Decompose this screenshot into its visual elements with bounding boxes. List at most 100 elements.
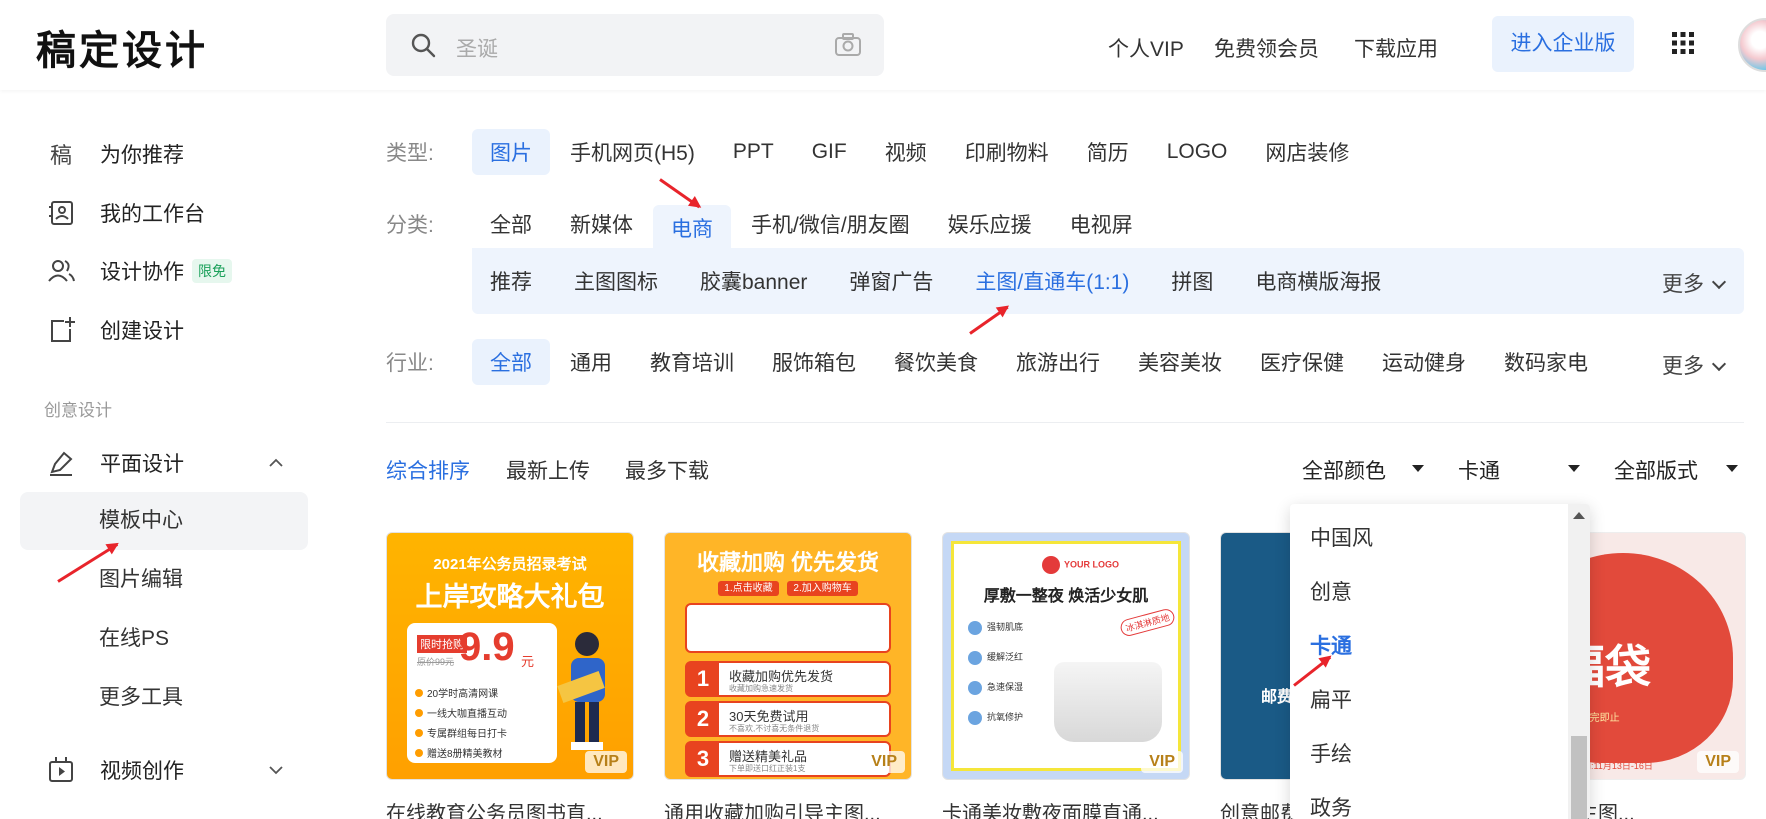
color-select-value: 全部颜色 [1302,460,1386,483]
sidebar-subitem-template-center[interactable]: 模板中心 [20,492,308,550]
apps-grid-icon[interactable] [1672,32,1694,54]
industry-chip[interactable]: 医疗保健 [1242,339,1362,385]
subcategory-chip[interactable]: 推荐 [472,258,550,304]
sidebar-group-graphic[interactable]: 平面设计 [20,435,310,491]
nav-personal-vip[interactable]: 个人VIP [1108,33,1184,63]
card-step: 3 赠送精美礼品 下单即送口红正装1支 [685,741,891,777]
card-feature: 急速保湿 [968,680,1023,695]
type-chip[interactable]: GIF [794,132,865,172]
sort-newest[interactable]: 最新上传 [506,455,590,485]
subcategory-chip[interactable]: 拼图 [1153,258,1231,304]
dropdown-option[interactable]: 中国风 [1310,522,1373,552]
card-tags: 1.点击收藏 2.加入购物车 [665,579,911,596]
category-chip[interactable]: 全部 [472,201,550,247]
dropdown-scrollbar[interactable] [1568,504,1590,819]
card-title[interactable]: 通用收藏加购引导主图... [664,797,912,819]
caret-down-icon [1412,465,1424,472]
subcategory-chip[interactable]: 胶囊banner [682,258,825,304]
card-text: 2021年公务员招录考试 [433,556,587,573]
card-tag: 2.加入购物车 [787,581,858,596]
subcategory-more-button[interactable]: 更多 [1662,268,1727,298]
industry-chip[interactable]: 通用 [552,339,630,385]
subcategory-chip[interactable]: 主图图标 [556,258,676,304]
top-bar: 稿定设计 圣诞 个人VIP 免费领会员 下载应用 进入企业版 [0,0,1766,90]
card-title[interactable]: 卡通美妆敷夜面膜直通... [942,797,1190,819]
subcategory-chip-main-image[interactable]: 主图/直通车(1:1) [957,258,1147,304]
chevron-up-icon[interactable] [268,455,284,471]
template-card[interactable]: 收藏加购 优先发货 1.点击收藏 2.加入购物车 1 收藏加购优先发货 收藏加购… [664,532,912,780]
sidebar-subitem-online-ps[interactable]: 在线PS [20,610,308,668]
filter-title-category: 分类: [386,214,434,237]
dropdown-option[interactable]: 扁平 [1310,684,1352,714]
type-chip[interactable]: LOGO [1149,132,1246,172]
category-chip[interactable]: 电视屏 [1052,201,1151,247]
industry-chip[interactable]: 服饰箱包 [754,339,874,385]
sidebar-group-video[interactable]: 视频创作 [20,742,310,798]
step-subtext: 下单即送口红正装1支 [729,764,806,773]
card-feature: 抗氧修护 [968,710,1023,725]
layout-select[interactable]: 全部版式 [1614,455,1738,485]
color-select[interactable]: 全部颜色 [1302,455,1424,485]
style-select[interactable]: 卡通 [1458,455,1580,485]
type-chip[interactable]: 印刷物料 [947,129,1067,175]
template-card[interactable]: YOUR LOGO 厚敷一整夜 焕活少女肌 强韧肌底 缓解泛红 急速保湿 抗氧修… [942,532,1190,780]
search-input[interactable]: 圣诞 [456,33,498,63]
nav-download-app[interactable]: 下载应用 [1354,33,1438,63]
more-label: 更多 [1662,355,1704,378]
type-chip[interactable]: 手机网页(H5) [552,129,713,175]
category-chip[interactable]: 娱乐应援 [930,201,1050,247]
industry-chip[interactable]: 运动健身 [1364,339,1484,385]
style-dropdown: 中国风 创意 卡通 扁平 手绘 政务 [1290,504,1590,819]
filter-row-industry: 行业: 全部 通用 教育培训 服饰箱包 餐饮美食 旅游出行 美容美妆 医疗保健 … [386,339,1608,385]
vip-badge: VIP [1697,751,1739,773]
industry-chip[interactable]: 美容美妆 [1120,339,1240,385]
scroll-up-icon[interactable] [1573,512,1585,519]
industry-chip[interactable]: 全部 [472,339,550,385]
subcategory-chip[interactable]: 电商横版海报 [1237,258,1399,304]
category-chip[interactable]: 新媒体 [552,201,651,247]
industry-chip[interactable]: 旅游出行 [998,339,1118,385]
type-chip[interactable]: 网店装修 [1247,129,1367,175]
sort-comprehensive[interactable]: 综合排序 [386,455,470,485]
sidebar-item-recommend[interactable]: 稿 为你推荐 [20,126,310,182]
card-title[interactable]: 在线教育公务员图书直... [386,797,634,819]
sidebar-subitem-more-tools[interactable]: 更多工具 [20,669,308,727]
logo-text: YOUR LOGO [1064,559,1120,570]
camera-icon[interactable] [834,32,862,58]
enterprise-button[interactable]: 进入企业版 [1492,16,1634,72]
template-card[interactable]: 2021年公务员招录考试 上岸攻略大礼包 限时抢购 原价99元 9.9 元 20… [386,532,634,780]
sort-most-downloads[interactable]: 最多下载 [625,455,709,485]
type-chip[interactable]: 简历 [1069,129,1147,175]
category-chip[interactable]: 手机/微信/朋友圈 [733,201,928,247]
user-avatar[interactable] [1738,18,1766,72]
sidebar-item-collab[interactable]: 设计协作 限免 [20,243,310,299]
scroll-thumb[interactable] [1571,736,1587,819]
sidebar-item-create[interactable]: 创建设计 [20,302,310,358]
type-chip[interactable]: PPT [715,132,792,172]
industry-chip[interactable]: 数码家电 [1486,339,1606,385]
industry-chip[interactable]: 餐饮美食 [876,339,996,385]
dropdown-option[interactable]: 创意 [1310,576,1352,606]
chevron-down-icon [1711,274,1727,290]
caret-down-icon [1568,465,1580,472]
search-box[interactable]: 圣诞 [386,14,884,76]
sidebar-item-workspace[interactable]: 我的工作台 [20,185,310,241]
industry-chip[interactable]: 教育培训 [632,339,752,385]
chevron-down-icon[interactable] [268,762,284,778]
dropdown-option[interactable]: 政务 [1310,792,1352,819]
type-chip[interactable]: 图片 [472,129,550,175]
step-number: 3 [687,743,719,775]
dropdown-option[interactable]: 手绘 [1310,738,1352,768]
industry-more-button[interactable]: 更多 [1662,350,1727,380]
card-text: 邮费 [1261,689,1294,706]
site-logo[interactable]: 稿定设计 [36,18,208,76]
step-subtext: 收藏加购急速发货 [729,684,793,693]
card-bullet: 专属群组每日打卡 [415,725,507,740]
card-bullet: 20学时高清网课 [415,685,498,700]
layout-select-value: 全部版式 [1614,460,1698,483]
type-chip[interactable]: 视频 [867,129,945,175]
style-select-value: 卡通 [1458,460,1500,483]
card-step: 2 30天免费试用 不喜欢,不讨喜无条件退货 [685,701,891,737]
nav-free-membership[interactable]: 免费领会员 [1214,33,1319,63]
subcategory-chip[interactable]: 弹窗广告 [831,258,951,304]
